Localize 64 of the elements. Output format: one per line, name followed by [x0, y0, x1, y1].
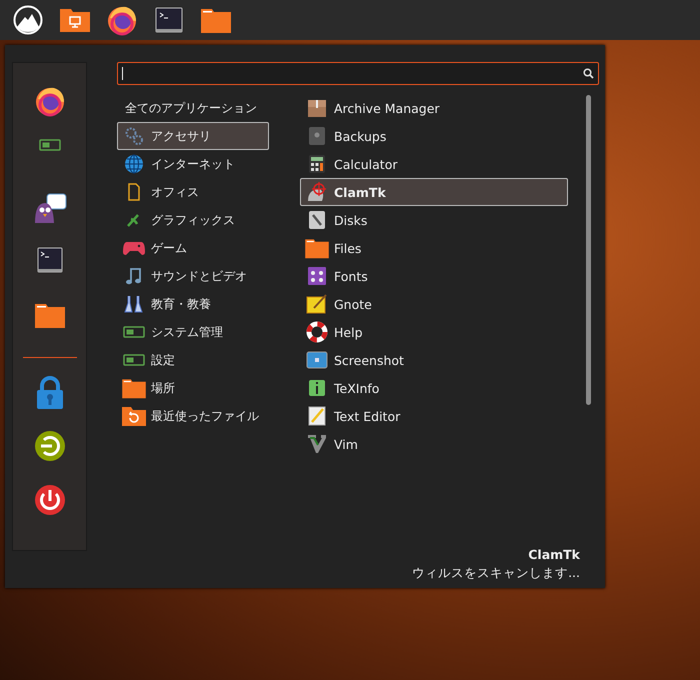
status-box-icon [123, 326, 145, 338]
status-box-icon [123, 354, 145, 366]
logout-icon [34, 430, 66, 462]
category-item[interactable]: システム管理 [117, 318, 269, 346]
font-book-icon [307, 266, 327, 286]
description-title: ClamTk [527, 547, 580, 562]
application-item[interactable]: Archive Manager [300, 94, 568, 122]
music-note-icon [124, 266, 144, 286]
application-item[interactable]: Text Editor [300, 402, 568, 430]
wrench-icon [308, 210, 326, 230]
application-item[interactable]: Vim [300, 430, 568, 458]
notepad-pencil-icon [308, 406, 326, 426]
application-item[interactable]: Help [300, 318, 568, 346]
folder-display-icon[interactable] [58, 7, 90, 33]
calculator-icon [308, 154, 326, 174]
terminal-icon[interactable] [154, 7, 182, 33]
category-item[interactable]: ゲーム [117, 234, 269, 262]
terminal-icon [36, 247, 62, 273]
power-icon [34, 484, 66, 516]
gamepad-icon [123, 240, 145, 256]
application-item[interactable]: Disks [300, 206, 568, 234]
lock-icon [34, 376, 64, 410]
category-item[interactable]: オフィス [117, 178, 269, 206]
category-item[interactable]: 教育・教養 [117, 290, 269, 318]
category-item[interactable]: 最近使ったファイル [117, 402, 269, 430]
battery-icon [38, 139, 60, 151]
safe-icon [308, 126, 326, 146]
globe-icon [124, 154, 144, 174]
application-item[interactable]: ClamTk [300, 178, 568, 206]
folder-icon[interactable] [200, 6, 232, 34]
category-item[interactable]: 設定 [117, 346, 269, 374]
browser-icon [34, 85, 66, 117]
category-item[interactable]: グラフィックス [117, 206, 269, 234]
application-item[interactable]: Gnote [300, 290, 568, 318]
search-icon [583, 68, 594, 79]
search-field[interactable] [117, 62, 599, 85]
category-item[interactable]: アクセサリ [117, 122, 269, 150]
application-item[interactable]: Backups [300, 122, 568, 150]
scrollbar[interactable] [586, 95, 591, 405]
gears-icon [124, 126, 144, 146]
notepad-pencil-icon [306, 293, 328, 315]
description-text: ウィルスをスキャンします... [412, 565, 580, 582]
category-item[interactable]: 場所 [117, 374, 269, 402]
application-item[interactable]: Calculator [300, 150, 568, 178]
category-item[interactable]: サウンドとビデオ [117, 262, 269, 290]
folder-icon [304, 237, 330, 259]
folder-icon [34, 301, 66, 329]
box-icon [307, 98, 327, 118]
recent-folder-icon [121, 405, 147, 427]
application-item[interactable]: Files [300, 234, 568, 262]
crosshair-shell-icon [306, 181, 328, 203]
folder-icon [121, 377, 147, 399]
application-item[interactable]: Fonts [300, 262, 568, 290]
bird-chat-icon [32, 193, 66, 225]
lifebuoy-icon [306, 321, 328, 343]
info-icon [308, 379, 326, 397]
camera-window-icon [306, 351, 328, 369]
browser-icon[interactable] [106, 4, 138, 36]
category-item[interactable]: 全てのアプリケーション [117, 94, 269, 122]
application-item[interactable]: Screenshot [300, 346, 568, 374]
application-item[interactable]: TeXInfo [300, 374, 568, 402]
mountain-logo-icon[interactable] [12, 5, 42, 35]
flasks-icon [124, 294, 144, 314]
category-item[interactable]: インターネット [117, 150, 269, 178]
